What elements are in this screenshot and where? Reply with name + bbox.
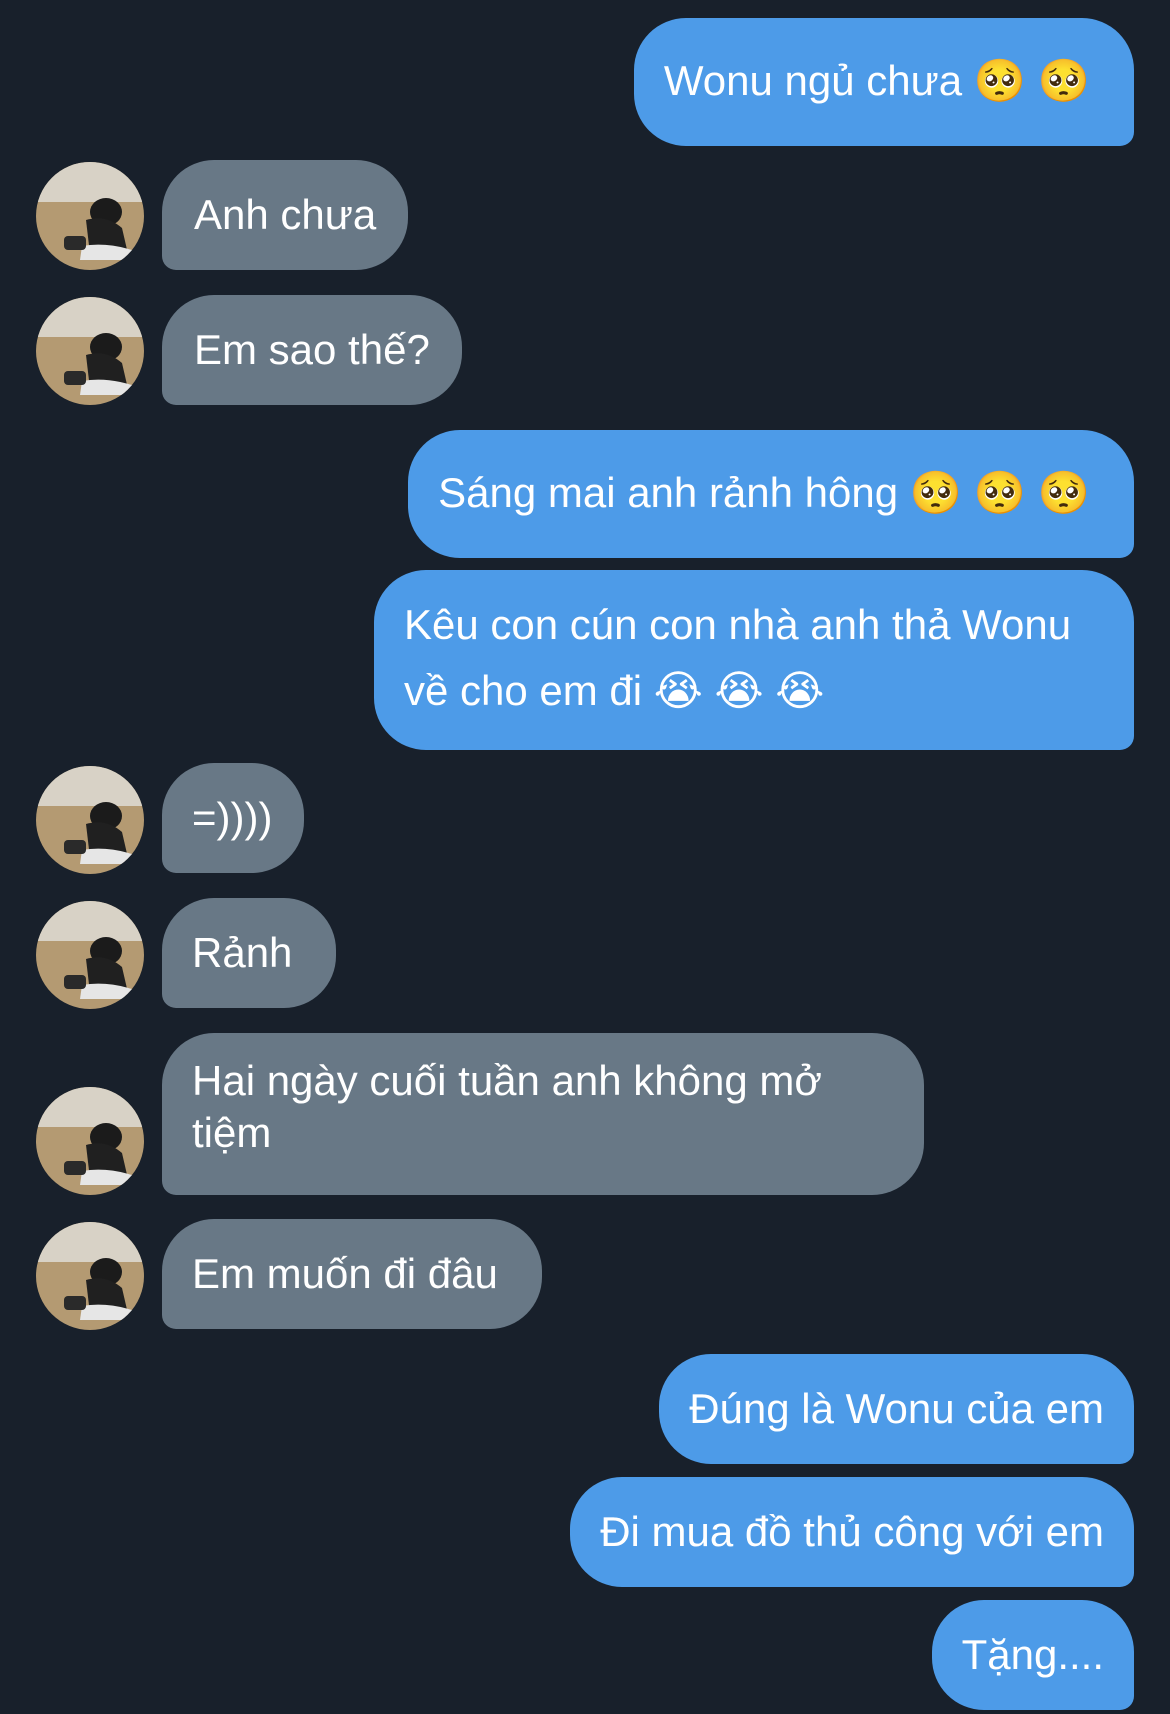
outgoing-message-bubble[interactable]: Kêu con cún con nhà anh thả Wonu về cho … [374,570,1134,750]
message-text: =)))) [192,794,273,841]
message-text: Rảnh [192,929,293,976]
message-text: Wonu ngủ chưa 🥺 🥺 [663,57,1090,104]
incoming-message-bubble[interactable]: Em muốn đi đâu [162,1219,542,1329]
outgoing-message-bubble[interactable]: Đi mua đồ thủ công với em [570,1477,1134,1587]
contact-avatar-icon [36,766,144,874]
contact-avatar-icon [36,297,144,405]
contact-avatar[interactable] [36,1087,144,1195]
outgoing-message-bubble[interactable]: Tặng.... [931,1600,1134,1710]
contact-avatar-icon [36,162,144,270]
chat-screen: Wonu ngủ chưa 🥺 🥺 Anh chưa Em sao thế? S [0,0,1170,1714]
incoming-message-bubble[interactable]: Em sao thế? [162,295,462,405]
message-text: Em muốn đi đâu [192,1250,498,1297]
contact-avatar-icon [36,901,144,1009]
contact-avatar[interactable] [36,766,144,874]
outgoing-message-bubble[interactable]: Wonu ngủ chưa 🥺 🥺 [633,18,1134,146]
incoming-message-bubble[interactable]: Anh chưa [162,160,409,270]
contact-avatar-icon [36,1087,144,1195]
message-text: Đi mua đồ thủ công với em [600,1508,1104,1555]
outgoing-message-bubble[interactable]: Sáng mai anh rảnh hông 🥺 🥺 🥺 [408,430,1134,558]
message-text: Tặng.... [961,1631,1104,1678]
incoming-message-bubble[interactable]: =)))) [162,763,305,873]
message-text: Hai ngày cuối tuần anh không mở tiệm [192,1057,822,1156]
contact-avatar-icon [36,1222,144,1330]
message-text: Em sao thế? [194,326,430,373]
message-text: Kêu con cún con nhà anh thả Wonu về cho … [404,601,1072,714]
contact-avatar[interactable] [36,901,144,1009]
contact-avatar[interactable] [36,162,144,270]
message-text: Anh chưa [194,191,377,238]
incoming-message-bubble[interactable]: Rảnh [162,898,337,1008]
message-text: Sáng mai anh rảnh hông 🥺 🥺 🥺 [438,469,1090,516]
message-text: Đúng là Wonu của em [689,1385,1104,1432]
contact-avatar[interactable] [36,1222,144,1330]
contact-avatar[interactable] [36,297,144,405]
outgoing-message-bubble[interactable]: Đúng là Wonu của em [659,1354,1134,1464]
incoming-message-bubble[interactable]: Hai ngày cuối tuần anh không mở tiệm [162,1033,924,1195]
